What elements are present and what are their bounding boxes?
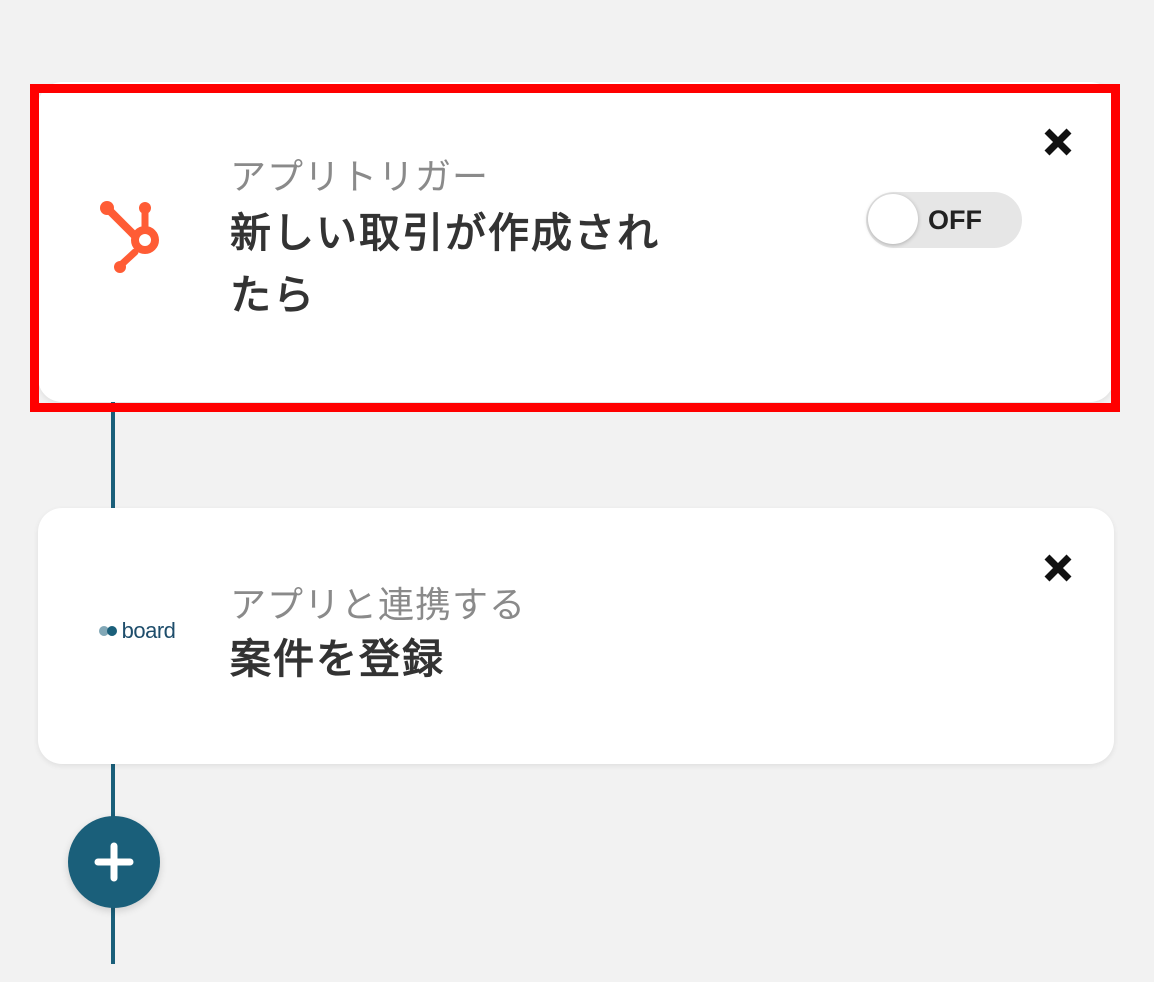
trigger-title-line-1: 新しい取引が作成され bbox=[230, 209, 660, 257]
trigger-title: 新しい取引が作成され たら bbox=[230, 202, 660, 326]
trigger-title-line-2: たら bbox=[230, 271, 316, 319]
toggle-knob bbox=[868, 194, 918, 244]
add-step-button[interactable] bbox=[68, 816, 160, 908]
trigger-category-label: アプリトリガー bbox=[230, 157, 490, 198]
trigger-close-button[interactable] bbox=[1036, 120, 1080, 164]
action-close-button[interactable] bbox=[1036, 546, 1080, 590]
action-step-card[interactable]: board アプリと連携する 案件を登録 bbox=[38, 508, 1114, 764]
close-icon bbox=[1044, 554, 1072, 582]
trigger-step-card[interactable]: アプリトリガー 新しい取引が作成され たら OFF bbox=[38, 82, 1114, 402]
toggle-state-label: OFF bbox=[928, 205, 982, 235]
trigger-toggle-switch[interactable]: OFF bbox=[866, 192, 1022, 248]
hubspot-icon bbox=[92, 194, 176, 278]
flow-connector-top bbox=[111, 400, 115, 508]
action-category-label: アプリと連携する bbox=[230, 585, 527, 626]
board-logo-mark bbox=[98, 626, 121, 636]
close-icon bbox=[1044, 128, 1072, 156]
board-logo-text: board bbox=[121, 618, 176, 643]
plus-icon bbox=[94, 842, 134, 882]
board-logo: board bbox=[92, 616, 182, 646]
action-title: 案件を登録 bbox=[230, 635, 445, 683]
